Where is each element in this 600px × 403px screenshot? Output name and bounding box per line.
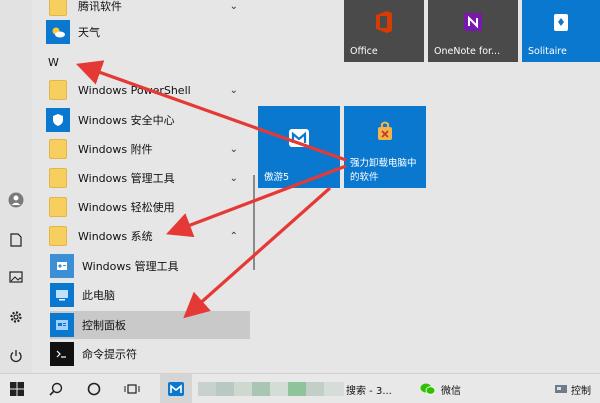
list-item-label: Windows 管理工具 — [82, 260, 179, 273]
list-item-label: Windows 系统 — [78, 230, 153, 243]
windows-start-icon[interactable] — [0, 374, 34, 403]
wechat-icon — [420, 382, 436, 396]
list-scrollbar[interactable] — [253, 175, 255, 270]
power-icon[interactable] — [0, 342, 32, 370]
folder-icon — [46, 78, 70, 102]
folder-icon — [46, 166, 70, 190]
tile-solitaire[interactable]: Solitaire — [522, 0, 600, 62]
list-item-label: 命令提示符 — [82, 348, 137, 361]
chevron-down-icon: ⌄ — [229, 0, 238, 12]
list-item-label: 天气 — [78, 26, 100, 39]
tile-label: 傲游5 — [264, 172, 290, 183]
subitem-this-pc[interactable]: 此电脑 — [50, 281, 256, 309]
search-icon[interactable] — [42, 374, 70, 403]
list-item-ease-of-access[interactable]: Windows 轻松使用 ⌄ — [46, 193, 252, 221]
tile-label: OneNote for... — [434, 46, 501, 57]
documents-icon[interactable] — [0, 226, 32, 254]
tile-office[interactable]: Office — [344, 0, 424, 62]
taskbar-item-label: 控制 — [571, 385, 591, 397]
list-item-label: Windows 轻松使用 — [78, 201, 175, 214]
chevron-down-icon: ⌄ — [229, 84, 238, 96]
onenote-icon — [428, 0, 518, 44]
list-item-label: 此电脑 — [82, 289, 115, 302]
list-item-tencent[interactable]: 腾讯软件 ⌄ — [46, 0, 252, 20]
chevron-down-icon: ⌄ — [229, 172, 238, 184]
list-item-accessories[interactable]: Windows 附件 ⌄ — [46, 135, 252, 163]
folder-icon — [46, 224, 70, 248]
task-view-icon[interactable] — [118, 374, 146, 403]
taskbar-aoyou-icon[interactable] — [160, 374, 192, 403]
list-item-label: Windows PowerShell — [78, 83, 191, 97]
list-item-label: Windows 附件 — [78, 143, 153, 156]
tile-aoyou[interactable]: 傲游5 — [258, 106, 340, 188]
start-rail — [0, 0, 32, 373]
tile-uninstaller[interactable]: 强力卸载电脑中的软件 — [344, 106, 426, 188]
cortana-icon[interactable] — [80, 374, 108, 403]
list-item-label: Windows 安全中心 — [78, 114, 175, 127]
taskbar-wechat[interactable]: 微信 — [420, 374, 480, 403]
letter-header-w[interactable]: W — [48, 56, 59, 69]
cards-icon — [522, 0, 600, 44]
tile-label: 强力卸载电脑中的软件 — [350, 158, 417, 183]
list-item-label: 控制面板 — [82, 319, 126, 332]
list-item-label: 腾讯软件 — [78, 0, 122, 13]
weather-icon — [46, 20, 70, 44]
control-panel-icon — [554, 383, 568, 395]
list-item-admin-tools[interactable]: Windows 管理工具 ⌄ — [46, 164, 252, 192]
chevron-down-icon: ⌄ — [229, 143, 238, 155]
terminal-icon — [50, 342, 74, 366]
pictures-icon[interactable] — [0, 263, 32, 291]
taskbar-search-window[interactable]: 搜索 - 3... — [346, 374, 410, 403]
tile-label: Office — [350, 46, 378, 57]
taskbar: 搜索 - 3... 微信 控制 — [0, 373, 600, 403]
taskbar-control-panel[interactable]: 控制 — [554, 374, 600, 403]
tile-label: Solitaire — [528, 46, 567, 57]
folder-icon — [46, 195, 70, 219]
chevron-down-icon: ⌄ — [229, 201, 238, 213]
subitem-admin-tools[interactable]: Windows 管理工具 — [50, 252, 256, 280]
subitem-command-prompt[interactable]: 命令提示符 — [50, 340, 256, 368]
settings-gear-icon[interactable] — [0, 303, 32, 331]
chevron-up-icon: ⌃ — [229, 230, 238, 242]
control-panel-icon — [50, 313, 74, 337]
list-item-weather[interactable]: 天气 — [46, 18, 252, 46]
taskbar-item-label: 微信 — [441, 385, 461, 397]
office-icon — [344, 0, 424, 44]
list-item-windows-system[interactable]: Windows 系统 ⌃ — [46, 222, 252, 250]
list-item-security-center[interactable]: Windows 安全中心 — [46, 106, 252, 134]
app-list: 腾讯软件 ⌄ 天气 W Windows PowerShell ⌄ Windows… — [40, 0, 250, 373]
folder-icon — [46, 137, 70, 161]
subitem-control-panel[interactable]: 控制面板 — [50, 311, 250, 339]
maxthon-icon — [258, 106, 340, 170]
list-item-label: Windows 管理工具 — [78, 172, 175, 185]
shield-icon — [46, 108, 70, 132]
tile-onenote[interactable]: OneNote for... — [428, 0, 518, 62]
taskbar-item-label: 搜索 - 3... — [346, 385, 392, 397]
admin-tools-icon — [50, 254, 74, 278]
list-item-powershell[interactable]: Windows PowerShell ⌄ — [46, 76, 252, 104]
computer-icon — [50, 283, 74, 307]
user-avatar-icon[interactable] — [0, 186, 32, 214]
uninstaller-icon — [344, 106, 426, 156]
taskbar-blurred-app[interactable] — [198, 374, 348, 403]
folder-icon — [46, 0, 70, 18]
